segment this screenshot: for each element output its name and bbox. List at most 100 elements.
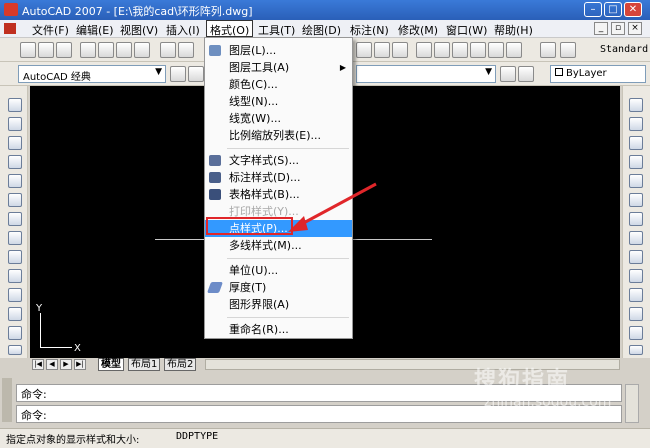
make-current-layer-icon[interactable] xyxy=(500,66,516,82)
preview-icon[interactable] xyxy=(98,42,114,58)
doc-close-button[interactable]: × xyxy=(628,22,642,35)
tab-layout1[interactable]: 布局1 xyxy=(128,358,161,371)
array-icon[interactable] xyxy=(629,174,643,188)
save-icon[interactable] xyxy=(56,42,72,58)
menu-tools[interactable]: 工具(T) xyxy=(258,22,295,38)
ellipse-icon[interactable] xyxy=(8,269,22,283)
ucs-x-axis xyxy=(40,347,72,348)
erase-icon[interactable] xyxy=(629,98,643,112)
layer-select[interactable]: ▼ xyxy=(356,65,496,83)
copy-object-icon[interactable] xyxy=(629,117,643,131)
markup-icon[interactable] xyxy=(488,42,504,58)
properties-icon[interactable] xyxy=(416,42,432,58)
menu-insert[interactable]: 插入(I) xyxy=(166,22,200,38)
menu-view[interactable]: 视图(V) xyxy=(120,22,158,38)
new-icon[interactable] xyxy=(20,42,36,58)
menu-help[interactable]: 帮助(H) xyxy=(494,22,533,38)
polyline-icon[interactable] xyxy=(8,136,22,150)
layer-previous-icon[interactable] xyxy=(518,66,534,82)
help-icon[interactable] xyxy=(540,42,556,58)
revision-cloud-icon[interactable] xyxy=(8,231,22,245)
format-menu-thickness[interactable]: 厚度(T) xyxy=(205,279,352,296)
format-menu-linetype[interactable]: 线型(N)... xyxy=(205,93,352,110)
close-button[interactable]: ✕ xyxy=(624,2,642,17)
construction-line-icon[interactable] xyxy=(8,117,22,131)
polygon-icon[interactable] xyxy=(8,155,22,169)
arc-icon[interactable] xyxy=(8,193,22,207)
minimize-button[interactable]: – xyxy=(584,2,602,17)
menu-window[interactable]: 窗口(W) xyxy=(446,22,487,38)
calculator-icon[interactable] xyxy=(506,42,522,58)
format-menu-rename[interactable]: 重命名(R)... xyxy=(205,321,352,338)
workspace-select[interactable]: AutoCAD 经典 ▼ xyxy=(18,65,166,83)
make-block-icon[interactable] xyxy=(8,326,22,340)
menu-edit[interactable]: 编辑(E) xyxy=(76,22,114,38)
format-menu-text-style[interactable]: 文字样式(S)... xyxy=(205,152,352,169)
menu-format[interactable]: 格式(O) xyxy=(206,20,254,37)
format-menu-units[interactable]: 单位(U)... xyxy=(205,262,352,279)
stretch-icon[interactable] xyxy=(629,250,643,264)
menu-draw[interactable]: 绘图(D) xyxy=(302,22,341,38)
text-style-icon[interactable] xyxy=(560,42,576,58)
open-icon[interactable] xyxy=(38,42,54,58)
plot-icon[interactable] xyxy=(134,42,150,58)
rectangle-icon[interactable] xyxy=(8,174,22,188)
fillet-icon[interactable] xyxy=(629,345,643,355)
zoom-realtime-icon[interactable] xyxy=(356,42,372,58)
format-menu-lineweight[interactable]: 线宽(W)... xyxy=(205,110,352,127)
doc-minimize-button[interactable]: _ xyxy=(594,22,608,35)
format-menu-scale-list[interactable]: 比例缩放列表(E)... xyxy=(205,127,352,144)
format-menu-color-label: 颜色(C)... xyxy=(229,78,278,91)
color-select[interactable]: ByLayer xyxy=(550,65,646,83)
cut-icon[interactable] xyxy=(160,42,176,58)
line-icon[interactable] xyxy=(8,98,22,112)
trim-icon[interactable] xyxy=(629,269,643,283)
maximize-button[interactable]: □ xyxy=(604,2,622,17)
point-icon[interactable] xyxy=(8,345,22,355)
format-menu-layer-tools[interactable]: 图层工具(A) ▶ xyxy=(205,59,352,76)
move-icon[interactable] xyxy=(629,193,643,207)
publish-icon[interactable] xyxy=(116,42,132,58)
dim-style-icon xyxy=(209,172,221,183)
menu-file[interactable]: 文件(F) xyxy=(32,22,69,38)
mirror-icon[interactable] xyxy=(629,136,643,150)
nav-last-button[interactable]: ▶| xyxy=(74,359,86,370)
offset-icon[interactable] xyxy=(629,155,643,169)
nav-prev-button[interactable]: ◀ xyxy=(46,359,58,370)
scale-icon[interactable] xyxy=(629,231,643,245)
command-scrollbar[interactable] xyxy=(625,384,639,423)
format-menu-color[interactable]: 颜色(C)... xyxy=(205,76,352,93)
watermark-title: 搜狗指南 xyxy=(474,368,571,393)
format-menu-scale-list-label: 比例缩放列表(E)... xyxy=(229,129,322,142)
layer-manager-icon[interactable] xyxy=(188,66,204,82)
print-icon[interactable] xyxy=(80,42,96,58)
format-menu-drawing-limits[interactable]: 图形界限(A) xyxy=(205,296,352,313)
zoom-previous-icon[interactable] xyxy=(392,42,408,58)
status-prompt: 指定点对象的显示样式和大小: xyxy=(6,435,140,446)
tool-palettes-icon[interactable] xyxy=(452,42,468,58)
spline-icon[interactable] xyxy=(8,250,22,264)
tab-layout2[interactable]: 布局2 xyxy=(164,358,197,371)
nav-next-button[interactable]: ▶ xyxy=(60,359,72,370)
design-center-icon[interactable] xyxy=(434,42,450,58)
menu-modify[interactable]: 修改(M) xyxy=(398,22,438,38)
workspace-settings-icon[interactable] xyxy=(170,66,186,82)
break-icon[interactable] xyxy=(629,307,643,321)
sheet-set-icon[interactable] xyxy=(470,42,486,58)
insert-block-icon[interactable] xyxy=(8,307,22,321)
circle-icon[interactable] xyxy=(8,212,22,226)
rotate-icon[interactable] xyxy=(629,212,643,226)
text-style-label: Standard xyxy=(600,44,649,55)
extend-icon[interactable] xyxy=(629,288,643,302)
doc-restore-button[interactable]: ▫ xyxy=(611,22,625,35)
ellipse-arc-icon[interactable] xyxy=(8,288,22,302)
chamfer-icon[interactable] xyxy=(629,326,643,340)
menu-dimension[interactable]: 标注(N) xyxy=(350,22,389,38)
status-command: DDPTYPE xyxy=(176,431,219,442)
zoom-window-icon[interactable] xyxy=(374,42,390,58)
tab-model[interactable]: 模型 xyxy=(98,358,124,371)
copy-icon[interactable] xyxy=(178,42,194,58)
command-grip-icon[interactable] xyxy=(2,378,12,422)
nav-first-button[interactable]: |◀ xyxy=(32,359,44,370)
format-menu-layer[interactable]: 图层(L)... xyxy=(205,42,352,59)
